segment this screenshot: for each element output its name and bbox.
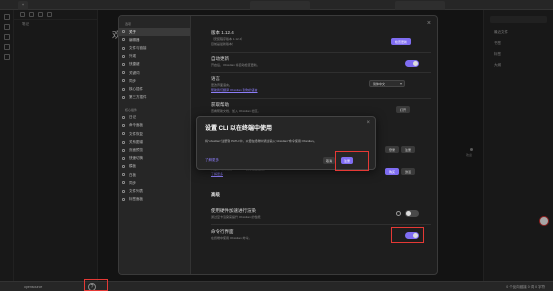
- graph-tab[interactable]: [395, 1, 445, 10]
- settings-nav-item-graph[interactable]: 关系图谱: [119, 138, 190, 146]
- settings-nav-label: 白板: [129, 172, 136, 177]
- settings-nav-label: 模板: [129, 164, 136, 169]
- settings-nav-item-tags[interactable]: 标签面板: [119, 196, 190, 204]
- settings-nav-item-quick-switcher[interactable]: 快速切换: [119, 155, 190, 163]
- cancel-button[interactable]: 取消: [323, 157, 336, 164]
- highlight-register-button: [335, 151, 369, 171]
- settings-nav-item-command-palette[interactable]: 命令面板: [119, 122, 190, 130]
- settings-nav-item-about[interactable]: 关于: [119, 28, 190, 37]
- settings-nav-item-templates[interactable]: 模板: [119, 163, 190, 171]
- settings-nav-item-editor[interactable]: 编辑器: [119, 36, 190, 44]
- activate-license-button[interactable]: 激活: [401, 168, 416, 175]
- language-select[interactable]: 简体中文: [369, 80, 405, 87]
- editor-tab[interactable]: [250, 1, 310, 10]
- list-icon: [122, 189, 125, 193]
- settings-nav-item-canvas[interactable]: 白板: [119, 171, 190, 179]
- settings-nav-group-label: 核心插件: [125, 107, 138, 112]
- advanced-section-header: 高级: [211, 192, 220, 197]
- status-bar: opensource ? 0 个反向链接 0 词 0 字符: [0, 281, 553, 291]
- settings-nav-label: 命令面板: [129, 123, 143, 128]
- setting-auto-update: 自动更新 开启后，Obsidian 将自动检查更新。: [211, 56, 431, 67]
- eye-icon: [122, 148, 125, 152]
- settings-nav-item-sync[interactable]: 同步: [119, 77, 190, 85]
- settings-nav-label: 第三方插件: [129, 95, 147, 100]
- calendar-icon: [122, 115, 125, 119]
- settings-nav-item-community-plugins[interactable]: 第三方插件: [119, 94, 190, 102]
- buy-license-button[interactable]: 购买: [385, 168, 400, 175]
- translate-link[interactable]: 帮助我们翻译 Obsidian 到你的语言: [211, 88, 431, 92]
- settings-nav-item-hotkeys[interactable]: 快捷键: [119, 61, 190, 69]
- settings-nav-label: 关键词: [129, 70, 140, 75]
- highlight-cli-toggle: [391, 227, 424, 243]
- settings-nav-label: 核心插件: [129, 86, 143, 91]
- settings-nav-item-file-recovery[interactable]: 文件恢复: [119, 130, 190, 138]
- setting-title: 自动更新: [211, 56, 229, 61]
- keyboard-icon: [122, 63, 125, 67]
- switch-icon: [122, 156, 125, 160]
- settings-nav-label: 快速切换: [129, 156, 143, 161]
- dialog-title: 设置 CLI 以在终端中使用: [205, 126, 272, 132]
- divider: [211, 98, 431, 99]
- settings-nav-item-keywords[interactable]: 关键词: [119, 69, 190, 77]
- settings-nav-label: 文件与链接: [129, 45, 147, 50]
- check-update-button[interactable]: 检查更新: [391, 38, 412, 45]
- auto-update-toggle[interactable]: [405, 60, 419, 67]
- sync-icon: [122, 181, 125, 185]
- settings-nav-item-daily[interactable]: 日记: [119, 114, 190, 122]
- login-button[interactable]: 登录: [385, 146, 400, 153]
- hardware-accel-toggle[interactable]: [405, 210, 419, 217]
- palette-icon: [122, 54, 125, 58]
- close-icon[interactable]: ×: [366, 120, 370, 126]
- gear-icon[interactable]: [396, 211, 401, 216]
- info-icon: [122, 30, 125, 34]
- settings-nav-item-sync-plugin[interactable]: 同步: [119, 179, 190, 187]
- new-tab-button[interactable]: +: [18, 1, 29, 10]
- settings-nav-label: 文件列表: [129, 188, 143, 193]
- sync-icon: [122, 79, 125, 83]
- settings-nav-label: 标签面板: [129, 197, 143, 202]
- settings-nav-label: 外观: [129, 54, 136, 59]
- settings-nav-label: 文件恢复: [129, 131, 143, 136]
- settings-nav-item-core-plugins[interactable]: 核心插件: [119, 85, 190, 93]
- settings-nav-label: 页面预览: [129, 148, 143, 153]
- settings-nav-label: 编辑器: [129, 37, 140, 42]
- status-counts: 0 个反向链接 0 词 0 字符: [506, 285, 545, 289]
- close-icon[interactable]: ×: [427, 20, 431, 27]
- setting-desc: 开启后，Obsidian 将自动检查更新。: [211, 63, 260, 67]
- title-bar: +: [0, 0, 553, 10]
- divider: [211, 224, 431, 225]
- template-icon: [122, 165, 125, 169]
- folder-icon: [122, 46, 125, 50]
- settings-nav-label: 同步: [129, 180, 136, 185]
- history-icon: [122, 132, 125, 136]
- plugin-icon: [122, 87, 125, 91]
- settings-nav-label: 关于: [129, 29, 136, 34]
- divider: [211, 52, 431, 53]
- signup-button[interactable]: 注册: [401, 146, 416, 153]
- settings-nav-item-files[interactable]: 文件与链接: [119, 44, 190, 52]
- highlight-help-icon: [84, 279, 108, 291]
- divider: [211, 72, 431, 73]
- tag-icon: [122, 197, 125, 201]
- key-icon: [122, 71, 125, 75]
- settings-nav-label: 快捷键: [129, 62, 140, 67]
- vault-name[interactable]: opensource: [24, 285, 42, 289]
- settings-nav-label: 同步: [129, 78, 136, 83]
- setting-title: 版本 1.12.4: [211, 30, 234, 35]
- settings-nav-item-appearance[interactable]: 外观: [119, 53, 190, 61]
- open-help-button[interactable]: 打开: [396, 106, 411, 113]
- settings-nav-item-page-preview[interactable]: 页面预览: [119, 146, 190, 154]
- puzzle-icon: [122, 95, 125, 99]
- settings-nav-item-file-list[interactable]: 文件列表: [119, 187, 190, 195]
- edit-icon: [122, 38, 125, 42]
- dialog-description: 将"obsidian"注册到 PATH 中，以便在终端中通过输入"obsidia…: [205, 139, 317, 143]
- learn-more-link[interactable]: 了解更多: [205, 158, 219, 163]
- settings-nav-label: 日记: [129, 115, 136, 120]
- canvas-icon: [122, 173, 125, 177]
- settings-nav-group-label: 选项: [125, 22, 132, 26]
- settings-nav-label: 关系图谱: [129, 139, 143, 144]
- terminal-icon: [122, 124, 125, 128]
- graph-icon: [122, 140, 125, 144]
- settings-nav: 选项 关于 编辑器 文件与链接 外观 快捷键 关键词 同步 核心插件 第三方插件…: [119, 16, 191, 274]
